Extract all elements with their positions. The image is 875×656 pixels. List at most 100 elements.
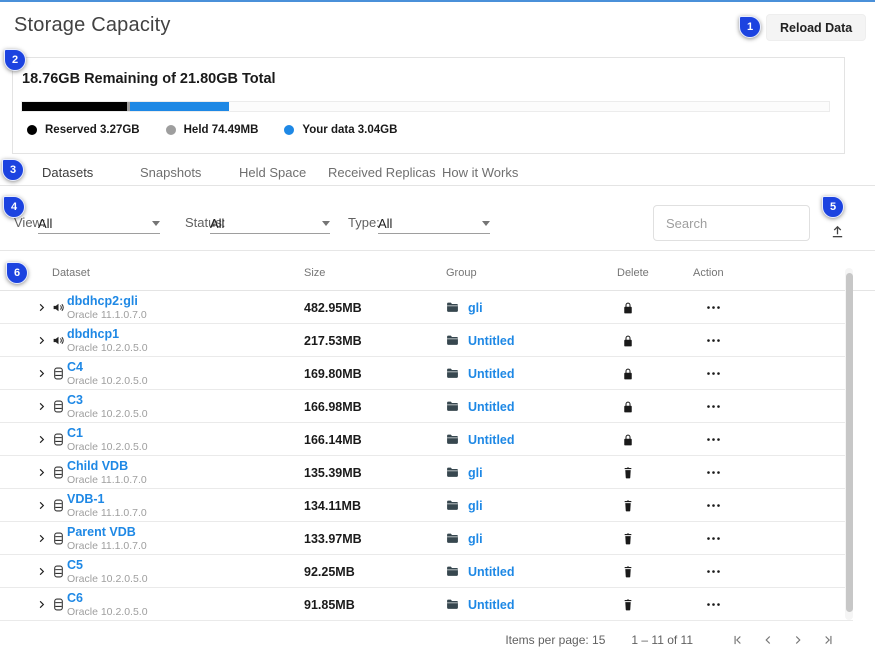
row-actions-button[interactable] [704, 555, 722, 588]
row-actions-button[interactable] [704, 456, 722, 489]
expand-row-button[interactable] [33, 555, 49, 588]
tab-held-space[interactable]: Held Space [239, 165, 306, 180]
table-row: C6 Oracle 10.2.0.5.0 91.85MB Untitled [0, 588, 853, 621]
trash-icon [623, 533, 633, 545]
last-page-icon [821, 633, 835, 647]
group-link[interactable]: gli [468, 466, 483, 480]
dataset-name-link[interactable]: C1 [67, 427, 83, 440]
dataset-version: Oracle 10.2.0.5.0 [67, 342, 148, 354]
more-horizontal-icon [706, 470, 721, 475]
last-page-button[interactable] [813, 630, 843, 650]
expand-row-button[interactable] [33, 423, 49, 456]
tab-snapshots[interactable]: Snapshots [140, 165, 201, 180]
delete-button[interactable] [618, 522, 638, 555]
reload-data-button[interactable]: Reload Data [766, 14, 866, 41]
chevron-right-icon [36, 566, 47, 577]
row-actions-button[interactable] [704, 390, 722, 423]
group-link[interactable]: gli [468, 532, 483, 546]
delete-button[interactable] [618, 291, 638, 324]
group-link[interactable]: Untitled [468, 367, 515, 381]
callout-1: 1 [739, 16, 761, 38]
dataset-size: 482.95MB [304, 291, 362, 324]
more-horizontal-icon [706, 338, 721, 343]
capacity-summary: 18.76GB Remaining of 21.80GB Total [22, 71, 276, 87]
table-scrollbar[interactable] [846, 273, 853, 612]
row-actions-button[interactable] [704, 357, 722, 390]
delete-button[interactable] [618, 390, 638, 423]
chevron-right-icon [36, 434, 47, 445]
capacity-legend: Reserved 3.27GB Held 74.49MB Your data 3… [27, 124, 423, 136]
delete-button[interactable] [618, 357, 638, 390]
view-filter-select[interactable]: All [38, 215, 160, 233]
first-page-button[interactable] [723, 630, 753, 650]
chevron-right-icon [36, 302, 47, 313]
delete-button[interactable] [618, 489, 638, 522]
delete-button[interactable] [618, 423, 638, 456]
group-link[interactable]: gli [468, 499, 483, 513]
table-header: Dataset Size Group Delete Action [0, 251, 875, 291]
dataset-size: 135.39MB [304, 456, 362, 489]
legend-item-reserved: Reserved 3.27GB [27, 124, 140, 136]
export-button[interactable] [827, 221, 847, 241]
expand-row-button[interactable] [33, 357, 49, 390]
more-horizontal-icon [706, 305, 721, 310]
dataset-name-link[interactable]: Child VDB [67, 460, 128, 473]
expand-row-button[interactable] [33, 390, 49, 423]
folder-icon [446, 533, 459, 544]
items-per-page[interactable]: Items per page: 15 [505, 633, 605, 647]
expand-row-button[interactable] [33, 489, 49, 522]
dataset-size: 169.80MB [304, 357, 362, 390]
row-actions-button[interactable] [704, 324, 722, 357]
expand-row-button[interactable] [33, 588, 49, 621]
more-horizontal-icon [706, 404, 721, 409]
dataset-name-link[interactable]: dbdhcp2:gli [67, 295, 138, 308]
first-page-icon [731, 633, 745, 647]
row-actions-button[interactable] [704, 588, 722, 621]
row-actions-button[interactable] [704, 489, 722, 522]
dataset-name-link[interactable]: C6 [67, 592, 83, 605]
trash-icon [623, 599, 633, 611]
chevron-right-icon [36, 401, 47, 412]
group-link[interactable]: Untitled [468, 433, 515, 447]
delete-button[interactable] [618, 588, 638, 621]
chevron-down-icon [322, 221, 330, 226]
delete-button[interactable] [618, 324, 638, 357]
tab-how-it-works[interactable]: How it Works [442, 165, 518, 180]
tab-received-replicas[interactable]: Received Replicas [328, 165, 436, 180]
group-link[interactable]: Untitled [468, 334, 515, 348]
callout-3: 3 [2, 159, 24, 181]
database-icon [53, 367, 64, 380]
type-filter-select[interactable]: All [378, 215, 490, 233]
group-link[interactable]: Untitled [468, 565, 515, 579]
row-actions-button[interactable] [704, 522, 722, 555]
dataset-name-link[interactable]: VDB-1 [67, 493, 105, 506]
previous-page-button[interactable] [753, 630, 783, 650]
column-header-group: Group [446, 267, 477, 279]
dataset-name-link[interactable]: C3 [67, 394, 83, 407]
chevron-right-icon [36, 599, 47, 610]
expand-row-button[interactable] [33, 522, 49, 555]
dataset-version: Oracle 10.2.0.5.0 [67, 375, 148, 387]
expand-row-button[interactable] [33, 324, 49, 357]
group-link[interactable]: gli [468, 301, 483, 315]
row-actions-button[interactable] [704, 423, 722, 456]
expand-row-button[interactable] [33, 456, 49, 489]
capacity-bar-reserved [22, 102, 127, 111]
tab-bar: Datasets Snapshots Held Space Received R… [0, 160, 875, 186]
row-actions-button[interactable] [704, 291, 722, 324]
tab-datasets[interactable]: Datasets [42, 165, 93, 180]
next-page-button[interactable] [783, 630, 813, 650]
dataset-name-link[interactable]: C5 [67, 559, 83, 572]
group-link[interactable]: Untitled [468, 598, 515, 612]
group-link[interactable]: Untitled [468, 400, 515, 414]
dataset-size: 217.53MB [304, 324, 362, 357]
trash-icon [623, 500, 633, 512]
dataset-name-link[interactable]: Parent VDB [67, 526, 136, 539]
expand-row-button[interactable] [33, 291, 49, 324]
search-input[interactable] [653, 205, 810, 241]
status-filter-select[interactable]: All [210, 215, 330, 233]
dataset-name-link[interactable]: dbdhcp1 [67, 328, 119, 341]
delete-button[interactable] [618, 456, 638, 489]
delete-button[interactable] [618, 555, 638, 588]
dataset-name-link[interactable]: C4 [67, 361, 83, 374]
